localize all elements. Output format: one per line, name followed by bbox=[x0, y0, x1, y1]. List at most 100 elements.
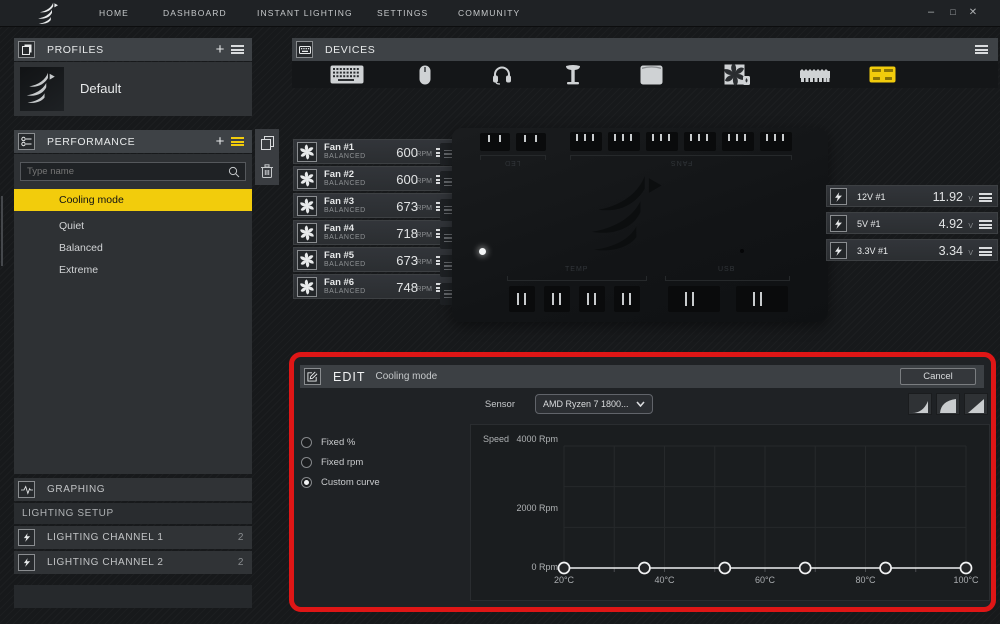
maximize-button[interactable]: □ bbox=[944, 0, 962, 27]
voltage-menu-icon[interactable] bbox=[979, 220, 992, 229]
mode-search bbox=[20, 162, 246, 181]
edit-title: EDIT bbox=[333, 370, 365, 384]
minimize-button[interactable]: – bbox=[922, 0, 940, 27]
commander-pro-photo: LED FANS TEMP bbox=[452, 128, 828, 322]
performance-menu-icon[interactable] bbox=[231, 137, 244, 146]
lightning-icon bbox=[18, 529, 35, 546]
mode-item-extreme[interactable]: Extreme bbox=[14, 260, 252, 281]
radio-label: Fixed rpm bbox=[321, 457, 363, 468]
voltage-menu-icon[interactable] bbox=[979, 193, 992, 202]
fan-icon bbox=[297, 196, 317, 216]
fan-rpm-value: 600 bbox=[396, 145, 418, 160]
curve-point[interactable] bbox=[800, 563, 811, 574]
fan-row-5[interactable]: Fan #5 BALANCED 673 RPM bbox=[293, 247, 455, 272]
profile-avatar bbox=[20, 67, 64, 111]
cancel-button[interactable]: Cancel bbox=[900, 368, 976, 385]
graphing-icon bbox=[18, 481, 35, 498]
radio-fixed-rpm[interactable]: Fixed rpm bbox=[301, 457, 363, 468]
lightning-icon bbox=[830, 188, 847, 205]
curve-point[interactable] bbox=[880, 563, 891, 574]
sidebar-item-lighting-channel-1[interactable]: LIGHTING CHANNEL 1 2 bbox=[14, 526, 252, 549]
voltage-unit: V bbox=[968, 196, 973, 203]
devices-menu-icon[interactable] bbox=[975, 45, 988, 54]
led-connector bbox=[516, 133, 546, 151]
fan-connector bbox=[646, 132, 678, 151]
profiles-icon bbox=[18, 41, 35, 58]
lightning-icon bbox=[18, 554, 35, 571]
board-status-led bbox=[479, 248, 486, 255]
sensor-dropdown-value: AMD Ryzen 7 1800... bbox=[543, 399, 629, 409]
radio-dot bbox=[301, 457, 312, 468]
nav-home[interactable]: HOME bbox=[99, 0, 129, 27]
fan-rpm-value: 600 bbox=[396, 172, 418, 187]
add-profile-button[interactable]: + bbox=[211, 42, 229, 57]
sidebar-item-lighting-setup[interactable]: LIGHTING SETUP bbox=[14, 503, 252, 524]
mode-actions-panel bbox=[255, 129, 279, 185]
mode-search-input[interactable] bbox=[21, 166, 228, 177]
x-tick-40c: 40°C bbox=[654, 575, 674, 585]
board-corsair-logo bbox=[588, 174, 672, 258]
fan-rpm-value: 718 bbox=[396, 226, 418, 241]
curve-preset-balanced-button[interactable] bbox=[936, 393, 960, 415]
fan-row-4[interactable]: Fan #4 BALANCED 718 RPM bbox=[293, 220, 455, 245]
radio-fixed-percent[interactable]: Fixed % bbox=[301, 437, 355, 448]
voltage-menu-icon[interactable] bbox=[979, 247, 992, 256]
temp-connector bbox=[544, 286, 570, 312]
curve-point[interactable] bbox=[639, 563, 650, 574]
fan-rpm-value: 673 bbox=[396, 199, 418, 214]
fan-row-2[interactable]: Fan #2 BALANCED 600 RPM bbox=[293, 166, 455, 191]
device-ram-icon[interactable] bbox=[789, 61, 841, 88]
nav-community[interactable]: COMMUNITY bbox=[458, 0, 520, 27]
device-headset-stand-icon[interactable] bbox=[547, 61, 599, 88]
lighting-channel-2-count: 2 bbox=[238, 557, 244, 568]
voltage-row-12v[interactable]: 12V #1 11.92 V bbox=[826, 185, 998, 207]
fan-row-3[interactable]: Fan #3 BALANCED 673 RPM bbox=[293, 193, 455, 218]
profile-row-default[interactable]: Default bbox=[14, 62, 252, 116]
nav-instant-lighting[interactable]: INSTANT LIGHTING bbox=[257, 0, 353, 27]
curve-point[interactable] bbox=[719, 563, 730, 574]
curve-preset-quiet-button[interactable] bbox=[908, 393, 932, 415]
sensor-dropdown[interactable]: AMD Ryzen 7 1800... bbox=[535, 394, 653, 414]
add-performance-mode-button[interactable]: + bbox=[211, 134, 229, 149]
device-psu-icon[interactable] bbox=[625, 61, 677, 88]
fan-icon bbox=[297, 250, 317, 270]
chart-speed-label: Speed bbox=[483, 434, 509, 444]
lighting-channel-1-label: LIGHTING CHANNEL 1 bbox=[47, 532, 164, 543]
radio-custom-curve[interactable]: Custom curve bbox=[301, 477, 380, 488]
copy-mode-icon[interactable] bbox=[261, 136, 274, 150]
fan-rpm-unit: RPM bbox=[416, 232, 432, 239]
fan-curve-chart: Speed 4000 Rpm 2000 Rpm 0 Rpm 20°C 40°C … bbox=[470, 424, 990, 601]
device-liquid-cooler-icon[interactable] bbox=[711, 61, 763, 88]
close-button[interactable]: ✕ bbox=[964, 0, 982, 27]
device-commander-pro-icon-selected[interactable] bbox=[856, 61, 908, 88]
nav-dashboard[interactable]: DASHBOARD bbox=[163, 0, 227, 27]
profiles-menu-icon[interactable] bbox=[231, 45, 244, 54]
mode-item-quiet[interactable]: Quiet bbox=[14, 216, 252, 237]
devices-strip bbox=[292, 61, 998, 88]
nav-settings[interactable]: SETTINGS bbox=[377, 0, 428, 27]
x-tick-100c: 100°C bbox=[953, 575, 978, 585]
device-mouse-icon[interactable] bbox=[399, 61, 451, 88]
mode-item-cooling-mode[interactable]: Cooling mode bbox=[14, 189, 252, 211]
sidebar-item-lighting-channel-2[interactable]: LIGHTING CHANNEL 2 2 bbox=[14, 551, 252, 574]
curve-point[interactable] bbox=[559, 563, 570, 574]
fan-name: Fan #5 bbox=[324, 250, 354, 261]
sidebar-item-graphing[interactable]: GRAPHING bbox=[14, 478, 252, 501]
curve-preset-performance-button[interactable] bbox=[964, 393, 988, 415]
lighting-channel-1-count: 2 bbox=[238, 532, 244, 543]
mode-item-balanced[interactable]: Balanced bbox=[14, 238, 252, 259]
device-keyboard-icon[interactable] bbox=[321, 61, 373, 88]
devices-header: DEVICES bbox=[292, 38, 998, 61]
curve-point[interactable] bbox=[961, 563, 972, 574]
radio-dot bbox=[301, 477, 312, 488]
y-tick-2000: 2000 Rpm bbox=[511, 503, 558, 513]
device-headset-icon[interactable] bbox=[476, 61, 528, 88]
fan-connector bbox=[570, 132, 602, 151]
sidebar-scrollbar[interactable] bbox=[1, 196, 3, 266]
fan-row-1[interactable]: Fan #1 BALANCED 600 RPM bbox=[293, 139, 455, 164]
fan-row-6[interactable]: Fan #6 BALANCED 748 RPM bbox=[293, 274, 455, 299]
delete-mode-icon[interactable] bbox=[261, 164, 273, 178]
voltage-row-5v[interactable]: 5V #1 4.92 V bbox=[826, 212, 998, 234]
voltage-row-3v3[interactable]: 3.3V #1 3.34 V bbox=[826, 239, 998, 261]
radio-label: Custom curve bbox=[321, 477, 380, 488]
